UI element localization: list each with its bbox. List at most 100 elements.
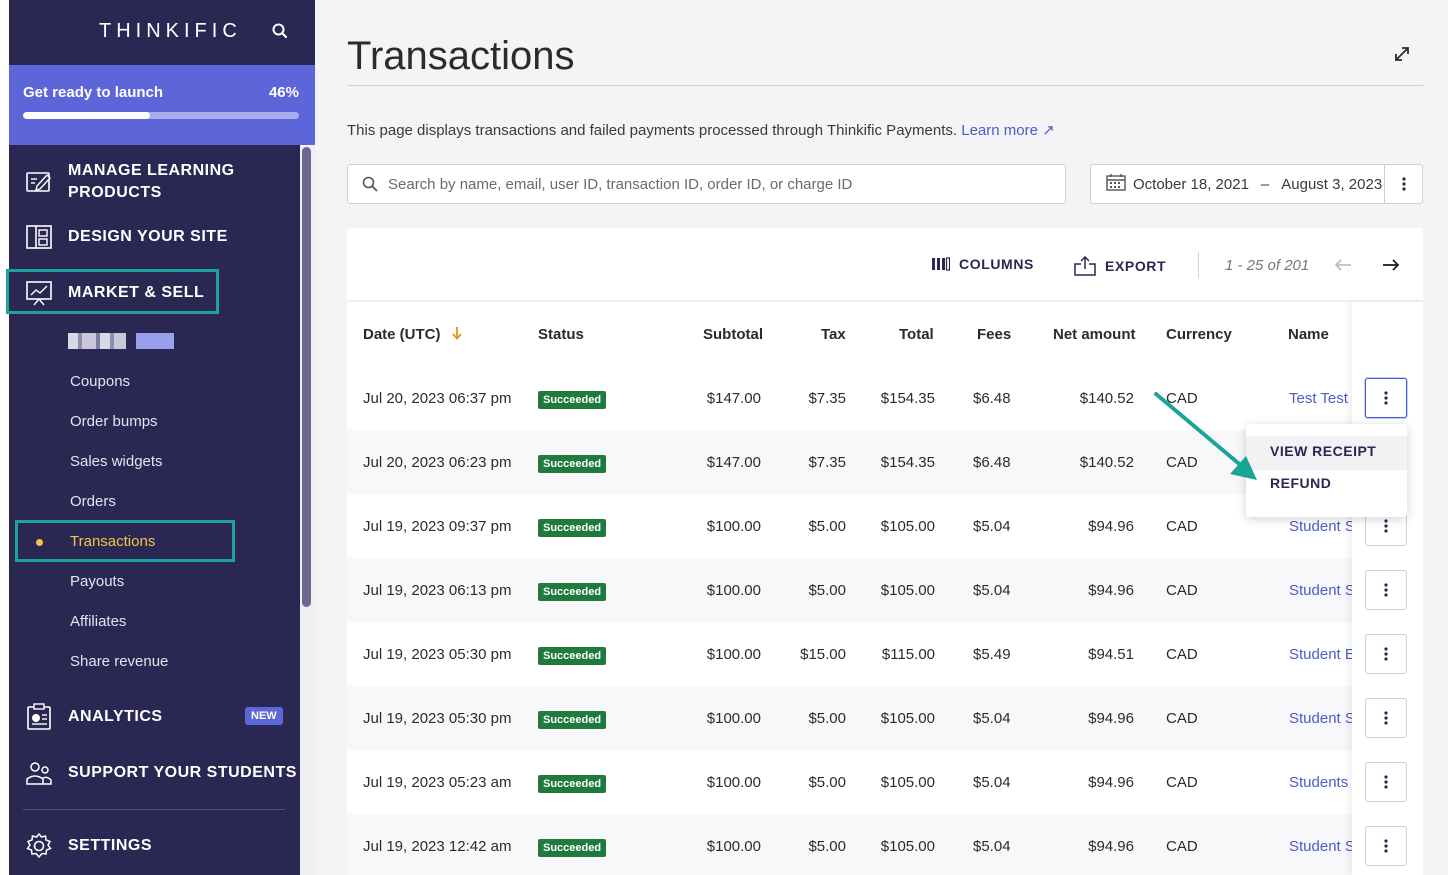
search-icon[interactable] (271, 22, 291, 42)
nav-coupons[interactable]: Coupons (70, 373, 130, 390)
page-description: This page displays transactions and fail… (347, 121, 1055, 139)
cell-tax: $5.00 (808, 518, 846, 535)
customer-name-link[interactable]: Student S (1289, 710, 1355, 727)
cell-subtotal: $100.00 (706, 710, 761, 727)
customer-name-link[interactable]: Student S (1289, 582, 1355, 599)
clipboard-chart-icon (24, 703, 54, 731)
nav-order-bumps[interactable]: Order bumps (70, 413, 158, 430)
launch-progress-panel[interactable]: Get ready to launch 46% (9, 65, 315, 145)
cell-tax: $5.00 (808, 838, 846, 855)
cell-net: $140.52 (1079, 390, 1134, 407)
row-action-menu: VIEW RECEIPT REFUND (1246, 424, 1407, 517)
row-actions-button[interactable] (1365, 698, 1407, 738)
nav-share-revenue[interactable]: Share revenue (70, 653, 168, 670)
cell-date: Jul 19, 2023 12:42 am (363, 838, 512, 855)
view-receipt-menu-item[interactable]: VIEW RECEIPT (1270, 443, 1376, 459)
nav-support-label: SUPPORT YOUR STUDENTS (68, 764, 297, 781)
nav-support-your-students[interactable]: SUPPORT YOUR STUDENTS (9, 759, 297, 787)
cell-total: $154.35 (880, 390, 935, 407)
cell-subtotal: $100.00 (706, 838, 761, 855)
cell-net: $94.96 (1088, 710, 1134, 727)
nav-payouts[interactable]: Payouts (70, 573, 124, 590)
cell-net: $94.96 (1088, 518, 1134, 535)
highlight-market-and-sell (6, 269, 219, 314)
table-row: Jul 19, 2023 06:13 pm $100.00 $5.00 $105.00… (347, 558, 1355, 622)
expand-icon[interactable] (1392, 44, 1412, 64)
cell-fees: $5.04 (973, 518, 1011, 535)
cell-fees: $6.48 (973, 454, 1011, 471)
launch-progress-bar (23, 112, 299, 119)
thinkific-logo[interactable]: THINKIFIC (99, 20, 242, 43)
sidebar-header: THINKIFIC (9, 0, 315, 65)
redacted-menu-item (68, 333, 126, 349)
nav-orders[interactable]: Orders (70, 493, 116, 510)
export-button[interactable]: EXPORT (1074, 256, 1166, 276)
cell-date: Jul 20, 2023 06:37 pm (363, 390, 512, 407)
cell-subtotal: $100.00 (706, 646, 761, 663)
nav-analytics[interactable]: ANALYTICS (9, 703, 163, 731)
learn-more-link[interactable]: Learn more ↗ (961, 122, 1054, 139)
row-actions-button[interactable] (1365, 378, 1407, 418)
nav-affiliates[interactable]: Affiliates (70, 613, 126, 630)
nav-sales-widgets[interactable]: Sales widgets (70, 453, 163, 470)
row-actions-button[interactable] (1365, 762, 1407, 802)
col-total: Total (899, 326, 934, 343)
customer-name-link[interactable]: Test Test (1289, 390, 1348, 407)
kebab-icon (1384, 839, 1388, 853)
kebab-icon (1384, 711, 1388, 725)
col-tax: Tax (821, 326, 846, 343)
customer-name-link[interactable]: Student E (1289, 646, 1355, 663)
cell-total: $105.00 (880, 582, 935, 599)
date-range-picker[interactable]: October 18, 2021 – August 3, 2023 (1090, 164, 1385, 204)
cell-tax: $7.35 (808, 390, 846, 407)
cell-total: $105.00 (880, 774, 935, 791)
layout-icon (24, 223, 54, 251)
cell-date: Jul 19, 2023 05:23 am (363, 774, 512, 791)
sidebar-divider (23, 809, 285, 810)
nav-manage-learning-products[interactable]: MANAGE LEARNING PRODUCTS (9, 160, 235, 204)
next-page-arrow-icon[interactable] (1381, 255, 1401, 280)
date-options-button[interactable] (1384, 164, 1423, 204)
cell-currency: CAD (1166, 518, 1198, 535)
title-divider (347, 85, 1423, 86)
cell-fees: $6.48 (973, 390, 1011, 407)
refund-menu-item[interactable]: REFUND (1270, 475, 1331, 491)
cell-currency: CAD (1166, 582, 1198, 599)
row-actions-button[interactable] (1365, 826, 1407, 866)
row-actions-button[interactable] (1365, 634, 1407, 674)
nav-settings[interactable]: SETTINGS (9, 832, 152, 860)
search-input[interactable] (388, 173, 1048, 195)
cell-net: $94.51 (1088, 646, 1134, 663)
search-field[interactable] (347, 164, 1066, 204)
date-start: October 18, 2021 (1133, 175, 1249, 193)
redacted-menu-item-badge (136, 333, 174, 349)
cell-net: $94.96 (1088, 838, 1134, 855)
customer-name-link[interactable]: Student S (1289, 518, 1355, 535)
cell-subtotal: $100.00 (706, 582, 761, 599)
kebab-icon (1384, 519, 1388, 533)
customer-name-link[interactable]: Students (1289, 774, 1348, 791)
status-badge: Succeeded (538, 647, 607, 665)
launch-label: Get ready to launch (23, 84, 164, 101)
columns-button[interactable]: COLUMNS (932, 256, 1034, 272)
table-row: Jul 19, 2023 12:42 am $100.00 $5.00 $105.00… (347, 814, 1355, 875)
previous-page-arrow-icon[interactable] (1333, 255, 1353, 280)
cell-currency: CAD (1166, 646, 1198, 663)
cell-date: Jul 19, 2023 06:13 pm (363, 582, 512, 599)
customer-name-link[interactable]: Student S (1289, 838, 1355, 855)
cell-total: $105.00 (880, 518, 935, 535)
table-row: Jul 19, 2023 05:23 am $100.00 $5.00 $105.00… (347, 750, 1352, 814)
export-icon (1074, 256, 1096, 276)
table-row: Jul 19, 2023 05:30 pm $100.00 $5.00 $105.00… (347, 686, 1355, 750)
col-date[interactable]: Date (UTC) (363, 326, 463, 343)
table-row: Jul 19, 2023 09:37 pm $100.00 $5.00 $105.00… (347, 494, 1355, 558)
cell-currency: CAD (1166, 774, 1198, 791)
table-row: Jul 19, 2023 05:30 pm $100.00 $15.00 $115.0… (347, 622, 1355, 686)
sidebar-scrollbar[interactable] (302, 147, 311, 607)
highlight-transactions (15, 520, 235, 562)
status-badge: Succeeded (538, 391, 607, 409)
row-actions-button[interactable] (1365, 570, 1407, 610)
cell-tax: $7.35 (808, 454, 846, 471)
nav-design-your-site[interactable]: DESIGN YOUR SITE (9, 223, 228, 251)
export-label: EXPORT (1105, 258, 1167, 274)
